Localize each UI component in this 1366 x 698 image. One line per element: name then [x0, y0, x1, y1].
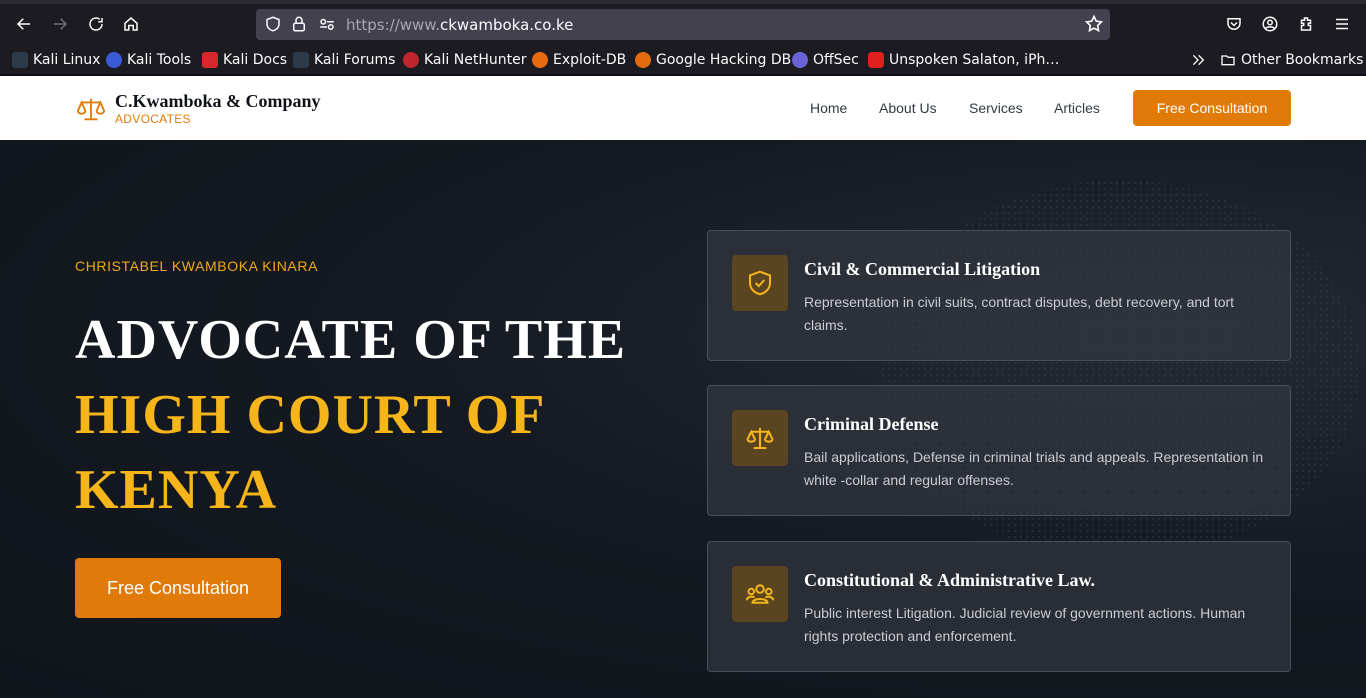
nav-about-us[interactable]: About Us	[879, 100, 937, 116]
service-description: Bail applications, Defense in criminal t…	[804, 449, 1264, 488]
bookmark-label: Kali NetHunter	[424, 52, 527, 68]
bookmark-kali-tools[interactable]: Kali Tools	[106, 50, 191, 70]
offsec-icon	[792, 52, 808, 68]
extensions-icon[interactable]	[1292, 10, 1320, 38]
bookmark-label: Kali Tools	[127, 52, 192, 68]
hero-headline: ADVOCATE OF THE HIGH COURT OF KENYA	[75, 303, 626, 528]
url-prefix: https://www.	[346, 16, 440, 34]
bookmark-star-icon[interactable]	[1084, 14, 1104, 34]
youtube-icon	[868, 52, 884, 68]
menu-icon[interactable]	[1328, 10, 1356, 38]
back-icon[interactable]	[10, 10, 38, 38]
service-card[interactable]: Civil & Commercial Litigation Representa…	[707, 230, 1291, 361]
bookmark-label: Kali Forums	[314, 52, 396, 68]
bookmark-label: OffSec	[813, 52, 859, 68]
url-text[interactable]: https://www.ckwamboka.co.ke	[346, 16, 573, 34]
bookmark-exploit-db[interactable]: Exploit-DB	[532, 50, 626, 70]
account-icon[interactable]	[1256, 10, 1284, 38]
headline-line-3: KENYA	[75, 459, 278, 521]
bookmark-ghdb[interactable]: Google Hacking DB	[635, 50, 791, 70]
other-bookmarks[interactable]: Other Bookmarks	[1220, 50, 1363, 70]
hero-eyebrow: CHRISTABEL KWAMBOKA KINARA	[75, 258, 319, 274]
bookmark-label: Google Hacking DB	[656, 52, 792, 68]
nav-services[interactable]: Services	[969, 100, 1023, 116]
kali-docs-icon	[202, 52, 218, 68]
service-title: Criminal Defense	[804, 414, 939, 434]
exploit-db-icon	[532, 52, 548, 68]
kali-tools-icon	[106, 52, 122, 68]
nav-articles[interactable]: Articles	[1054, 100, 1100, 116]
bookmark-label: Unspoken Salaton, iPh…	[889, 52, 1060, 68]
bookmarks-overflow-icon[interactable]	[1190, 50, 1206, 70]
service-card[interactable]: Criminal Defense Bail applications, Defe…	[707, 385, 1291, 516]
lock-icon[interactable]	[290, 15, 308, 33]
header-free-consultation-button[interactable]: Free Consultation	[1133, 90, 1291, 126]
headline-line-1: ADVOCATE OF THE	[75, 309, 627, 371]
hero-free-consultation-button[interactable]: Free Consultation	[75, 558, 281, 618]
bookmark-kali-linux[interactable]: Kali Linux	[12, 50, 100, 70]
service-card[interactable]: Constitutional & Administrative Law. Pub…	[707, 541, 1291, 672]
bookmark-kali-docs[interactable]: Kali Docs	[202, 50, 287, 70]
browser-toolbar: https://www.ckwamboka.co.ke	[0, 0, 1366, 44]
permissions-icon[interactable]	[318, 15, 336, 33]
service-description: Public interest Litigation. Judicial rev…	[804, 605, 1246, 644]
nethunter-icon	[403, 52, 419, 68]
url-bar[interactable]: https://www.ckwamboka.co.ke	[256, 9, 1110, 40]
pocket-icon[interactable]	[1220, 10, 1248, 38]
kali-dragon-icon	[12, 52, 28, 68]
bookmark-kali-forums[interactable]: Kali Forums	[293, 50, 395, 70]
ghdb-icon	[635, 52, 651, 68]
reload-icon[interactable]	[82, 10, 110, 38]
service-description: Representation in civil suits, contract …	[804, 294, 1235, 333]
bookmark-unspoken[interactable]: Unspoken Salaton, iPh…	[868, 50, 1059, 70]
bookmark-kali-nethunter[interactable]: Kali NetHunter	[403, 50, 526, 70]
bookmark-label: Kali Linux	[33, 52, 101, 68]
service-title: Civil & Commercial Litigation	[804, 259, 1041, 279]
headline-line-2: HIGH COURT OF	[75, 384, 546, 446]
site-header: C.Kwamboka & Company ADVOCATES Home Abou…	[0, 76, 1366, 140]
service-title: Constitutional & Administrative Law.	[804, 570, 1096, 590]
nav-home[interactable]: Home	[810, 100, 847, 116]
bookmark-label: Kali Docs	[223, 52, 288, 68]
home-icon[interactable]	[117, 10, 145, 38]
brand-tagline: ADVOCATES	[115, 112, 191, 126]
folder-icon	[1221, 55, 1235, 66]
tracking-shield-icon[interactable]	[264, 15, 282, 33]
bookmarks-bar: Kali Linux Kali Tools Kali Docs Kali For…	[0, 44, 1366, 75]
bookmark-label: Exploit-DB	[553, 52, 627, 68]
people-group-icon	[732, 566, 788, 622]
shield-check-icon	[732, 255, 788, 311]
url-domain: ckwamboka.co.ke	[439, 16, 574, 34]
kali-dragon-icon	[293, 52, 309, 68]
scales-logo-icon[interactable]	[76, 94, 106, 124]
scales-icon	[732, 410, 788, 466]
hero-section: CHRISTABEL KWAMBOKA KINARA ADVOCATE OF T…	[0, 140, 1366, 698]
brand-name[interactable]: C.Kwamboka & Company	[115, 91, 321, 112]
bookmark-offsec[interactable]: OffSec	[792, 50, 859, 70]
forward-icon[interactable]	[46, 10, 74, 38]
other-bookmarks-label: Other Bookmarks	[1241, 52, 1364, 68]
